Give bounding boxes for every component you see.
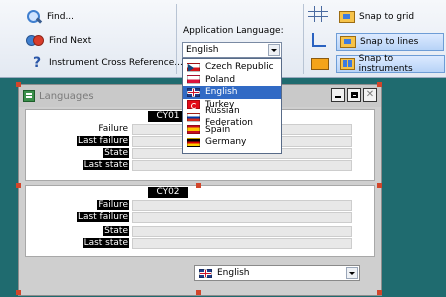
ribbon-separator [303, 4, 304, 74]
row-value-field [132, 160, 352, 171]
snap-instruments-icon [340, 58, 355, 70]
find-next-button[interactable]: Find Next [26, 32, 91, 50]
find-label: Find... [47, 12, 75, 22]
find-next-label: Find Next [49, 36, 92, 46]
language-option[interactable]: Russian Federation [183, 106, 281, 128]
minimize-icon [335, 96, 341, 98]
status-row: Failure [26, 200, 352, 211]
row-value-field [132, 200, 352, 211]
language-label: Application Language: [183, 26, 284, 36]
row-label: Failure [97, 124, 129, 134]
czech-flag-icon [187, 62, 200, 72]
uk-flag-icon [199, 268, 212, 278]
ribbon-separator [176, 4, 177, 74]
resize-handle[interactable] [16, 290, 21, 295]
window-language-select[interactable]: English [194, 265, 360, 281]
maximize-icon [350, 92, 358, 98]
resize-handle[interactable] [196, 290, 201, 295]
snap-lines-icon [340, 36, 356, 48]
status-row: Last state [26, 160, 352, 171]
row-label: State [103, 148, 129, 158]
language-dropdown-list: Czech Republic Poland English Turkey Rus… [182, 58, 282, 154]
search-icon [26, 9, 42, 25]
language-option-selected[interactable]: English [183, 86, 281, 99]
language-option[interactable]: Germany [183, 136, 281, 149]
resize-handle[interactable] [16, 183, 21, 188]
status-row: Last state [26, 238, 352, 249]
resize-handle[interactable] [377, 290, 382, 295]
turkey-flag-icon [187, 100, 200, 110]
snap-to-grid-button[interactable]: Snap to grid [336, 8, 417, 26]
row-label: Last failure [76, 212, 129, 222]
row-label: Last state [82, 238, 129, 248]
instrument-icon[interactable] [311, 58, 329, 70]
language-option[interactable]: Poland [183, 74, 281, 87]
window-icon [23, 90, 35, 102]
window-title: Languages [39, 90, 94, 102]
resize-handle[interactable] [377, 183, 382, 188]
resize-handle[interactable] [16, 82, 21, 87]
language-select[interactable]: English [182, 42, 282, 58]
row-value-field [132, 212, 352, 223]
snap-grid-icon [339, 11, 355, 23]
snap-to-instruments-button[interactable]: Snap to instruments [336, 54, 445, 74]
lines-icon[interactable] [312, 33, 326, 47]
uk-flag-icon [187, 87, 200, 97]
language-select-value: English [186, 45, 219, 55]
chevron-down-icon[interactable] [268, 44, 280, 56]
row-label: Failure [97, 200, 129, 210]
help-icon: ? [32, 55, 42, 71]
row-label: Last failure [76, 136, 129, 146]
cross-reference-label: Instrument Cross Reference... [49, 58, 183, 68]
close-icon: ✕ [365, 89, 375, 100]
russia-flag-icon [187, 112, 200, 122]
chevron-down-icon[interactable] [346, 267, 358, 279]
find-button[interactable]: Find... [26, 8, 74, 26]
spain-flag-icon [187, 125, 200, 135]
row-value-field [132, 226, 352, 237]
snap-to-lines-label: Snap to lines [360, 37, 419, 47]
status-row: State [26, 226, 352, 237]
window-language-value: English [217, 268, 250, 278]
resize-handle[interactable] [196, 183, 201, 188]
poland-flag-icon [187, 75, 200, 85]
snap-to-grid-label: Snap to grid [359, 12, 415, 22]
find-next-icon [26, 34, 44, 48]
maximize-button[interactable] [347, 88, 361, 102]
cross-reference-button[interactable]: ? Instrument Cross Reference... [30, 54, 183, 72]
germany-flag-icon [187, 137, 200, 147]
panel-title: CY02 [148, 187, 188, 198]
snap-to-lines-button[interactable]: Snap to lines [336, 33, 444, 51]
language-option[interactable]: Czech Republic [183, 61, 281, 74]
resize-handle[interactable] [377, 82, 382, 87]
status-row: Last failure [26, 212, 352, 223]
row-value-field [132, 238, 352, 249]
row-label: State [103, 226, 129, 236]
row-label: Last state [82, 160, 129, 170]
cy02-panel[interactable]: CY02 Failure Last failure State Last sta… [25, 185, 375, 257]
minimize-button[interactable] [331, 88, 345, 102]
close-button[interactable]: ✕ [363, 88, 377, 102]
snap-to-instruments-label: Snap to instruments [358, 54, 413, 74]
grid-icon[interactable] [308, 6, 328, 22]
